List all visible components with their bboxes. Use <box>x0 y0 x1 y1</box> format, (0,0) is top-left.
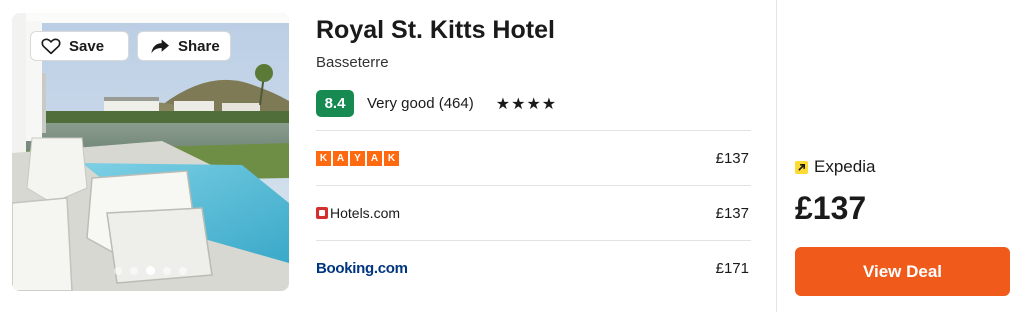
review-score-badge: 8.4 <box>316 90 354 117</box>
kayak-logo: KAYAK <box>316 150 399 166</box>
expedia-arrow-icon <box>795 160 808 174</box>
rating-text: Very good (464) <box>367 95 474 112</box>
carousel-dot[interactable] <box>130 266 138 275</box>
carousel-dot[interactable] <box>114 266 122 275</box>
hotel-location: Basseterre <box>316 54 389 71</box>
carousel-dot[interactable] <box>179 266 187 275</box>
provider-row-kayak[interactable]: KAYAK £137 <box>316 130 751 185</box>
carousel-dot-active[interactable] <box>146 266 155 275</box>
provider-price: £171 <box>715 259 749 277</box>
hotel-photo[interactable]: Save Share <box>12 13 289 291</box>
hotels-com-icon <box>316 207 328 219</box>
save-button[interactable]: Save <box>30 31 129 61</box>
share-label: Share <box>178 37 220 55</box>
star-rating: ★★★★ <box>495 95 558 113</box>
view-deal-button[interactable]: View Deal <box>795 247 1010 296</box>
deal-provider-name: Expedia <box>814 157 876 176</box>
column-divider <box>776 0 777 312</box>
provider-row-hotels-com[interactable]: Hotels.com £137 <box>316 185 751 240</box>
heart-icon <box>41 38 61 55</box>
save-label: Save <box>69 37 105 55</box>
provider-list: KAYAK £137 Hotels.com £137 Booking.com £… <box>316 130 751 295</box>
provider-price: £137 <box>715 149 749 167</box>
share-button[interactable]: Share <box>137 31 231 61</box>
provider-name: Hotels.com <box>330 205 401 221</box>
rating-row: 8.4 Very good (464) ★★★★ <box>316 90 557 117</box>
provider-row-booking-com[interactable]: Booking.com £171 <box>316 240 751 295</box>
hotel-name[interactable]: Royal St. Kitts Hotel <box>316 16 555 45</box>
deal-price: £137 <box>795 190 867 226</box>
carousel-dots[interactable] <box>12 266 289 275</box>
share-arrow-icon <box>151 39 169 54</box>
hotel-result-card[interactable]: Save Share Royal St. Kitts Hotel Bassete… <box>0 0 1024 312</box>
hotels-com-logo: Hotels.com <box>316 205 400 221</box>
booking-com-logo: Booking.com <box>316 259 408 277</box>
provider-price: £137 <box>715 204 749 222</box>
carousel-dot[interactable] <box>163 266 171 275</box>
deal-provider: Expedia <box>795 157 875 177</box>
